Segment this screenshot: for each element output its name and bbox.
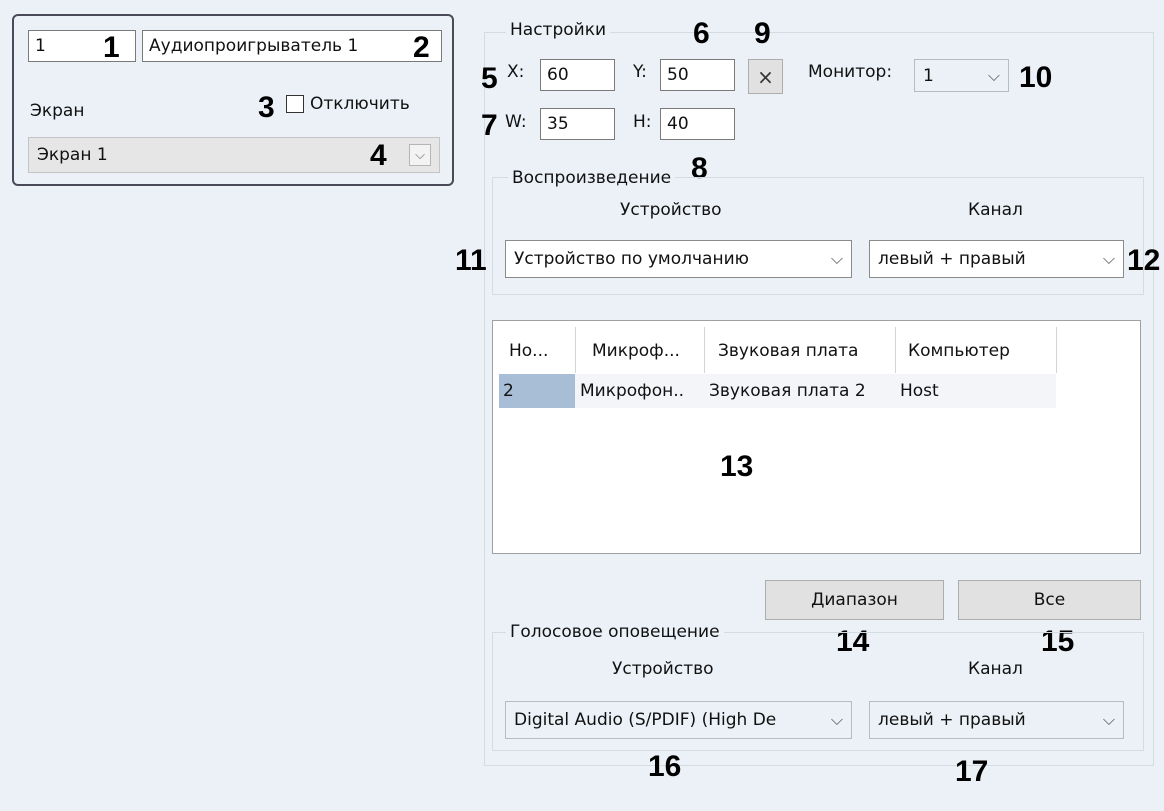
- playback-device-label: Устройство: [620, 200, 722, 220]
- monitor-label: Монитор:: [808, 62, 893, 82]
- x-label: X:: [507, 62, 525, 82]
- playback-device-select[interactable]: Устройство по умолчанию ⌵: [505, 240, 852, 278]
- voice-channel-select[interactable]: левый + правый ⌵: [869, 701, 1124, 739]
- col-header-soundcard: Звуковая плата: [718, 341, 859, 361]
- voice-title: Голосовое оповещение: [506, 624, 724, 641]
- disable-label: Отключить: [310, 94, 410, 114]
- chevron-down-icon: ⌵: [1102, 249, 1115, 268]
- callout-1: 1: [103, 31, 120, 64]
- x-field[interactable]: 60: [540, 59, 615, 91]
- playback-channel-value: левый + правый: [878, 249, 1026, 269]
- playback-device-value: Устройство по умолчанию: [514, 249, 749, 269]
- voice-device-value: Digital Audio (S/PDIF) (High De: [514, 710, 777, 730]
- cell-soundcard: Звуковая плата 2: [709, 381, 866, 401]
- chevron-down-icon: ⌵: [1102, 710, 1115, 729]
- playback-title: Воспроизведение: [508, 170, 676, 187]
- id-field[interactable]: 1: [28, 30, 136, 62]
- col-header-microphone: Микроф...: [592, 341, 680, 361]
- monitor-select[interactable]: 1 ⌵: [914, 59, 1009, 92]
- cell-number: 2: [503, 381, 514, 401]
- callout-4: 4: [370, 139, 387, 172]
- callout-9: 9: [754, 17, 771, 50]
- h-label: H:: [633, 112, 652, 132]
- cell-microphone: Микрофон..: [580, 381, 685, 401]
- settings-title: Настройки: [506, 22, 611, 39]
- callout-2: 2: [413, 31, 430, 64]
- voice-channel-value: левый + правый: [878, 710, 1026, 730]
- voice-device-select[interactable]: Digital Audio (S/PDIF) (High De ⌵: [505, 701, 852, 739]
- chevron-down-icon: ⌵: [830, 249, 843, 268]
- h-field[interactable]: 40: [660, 108, 735, 140]
- voice-channel-label: Канал: [968, 659, 1023, 679]
- all-button[interactable]: Все: [958, 580, 1141, 620]
- playback-channel-label: Канал: [968, 200, 1023, 220]
- col-header-number: Но...: [509, 341, 549, 361]
- reset-position-button[interactable]: ×: [748, 59, 783, 94]
- callout-3: 3: [258, 91, 275, 124]
- chevron-down-icon: ⌵: [830, 710, 843, 729]
- chevron-down-icon: ⌵: [987, 65, 1000, 85]
- callout-11: 11: [455, 244, 487, 277]
- callout-10: 10: [1019, 61, 1053, 94]
- w-label: W:: [505, 112, 527, 132]
- chevron-down-icon: ⌵: [409, 144, 431, 166]
- range-button[interactable]: Диапазон: [765, 580, 944, 620]
- screen-select-value: Экран 1: [37, 145, 108, 165]
- col-header-computer: Компьютер: [908, 341, 1010, 361]
- screen-label: Экран: [30, 101, 85, 121]
- voice-device-label: Устройство: [612, 659, 714, 679]
- cell-computer: Host: [900, 381, 939, 401]
- callout-12: 12: [1127, 244, 1161, 277]
- monitor-select-value: 1: [923, 65, 934, 86]
- close-icon: ×: [757, 64, 774, 89]
- callout-16: 16: [648, 750, 682, 783]
- playback-channel-select[interactable]: левый + правый ⌵: [869, 240, 1124, 278]
- callout-13: 13: [720, 450, 754, 483]
- name-field[interactable]: Аудиопроигрыватель 1: [142, 30, 442, 62]
- callout-17: 17: [955, 755, 989, 788]
- callout-6: 6: [693, 17, 710, 50]
- disable-checkbox[interactable]: [286, 95, 304, 113]
- callout-5: 5: [481, 62, 498, 95]
- w-field[interactable]: 35: [540, 108, 615, 140]
- callout-7: 7: [481, 109, 498, 142]
- y-field[interactable]: 50: [660, 59, 735, 91]
- y-label: Y:: [633, 62, 647, 82]
